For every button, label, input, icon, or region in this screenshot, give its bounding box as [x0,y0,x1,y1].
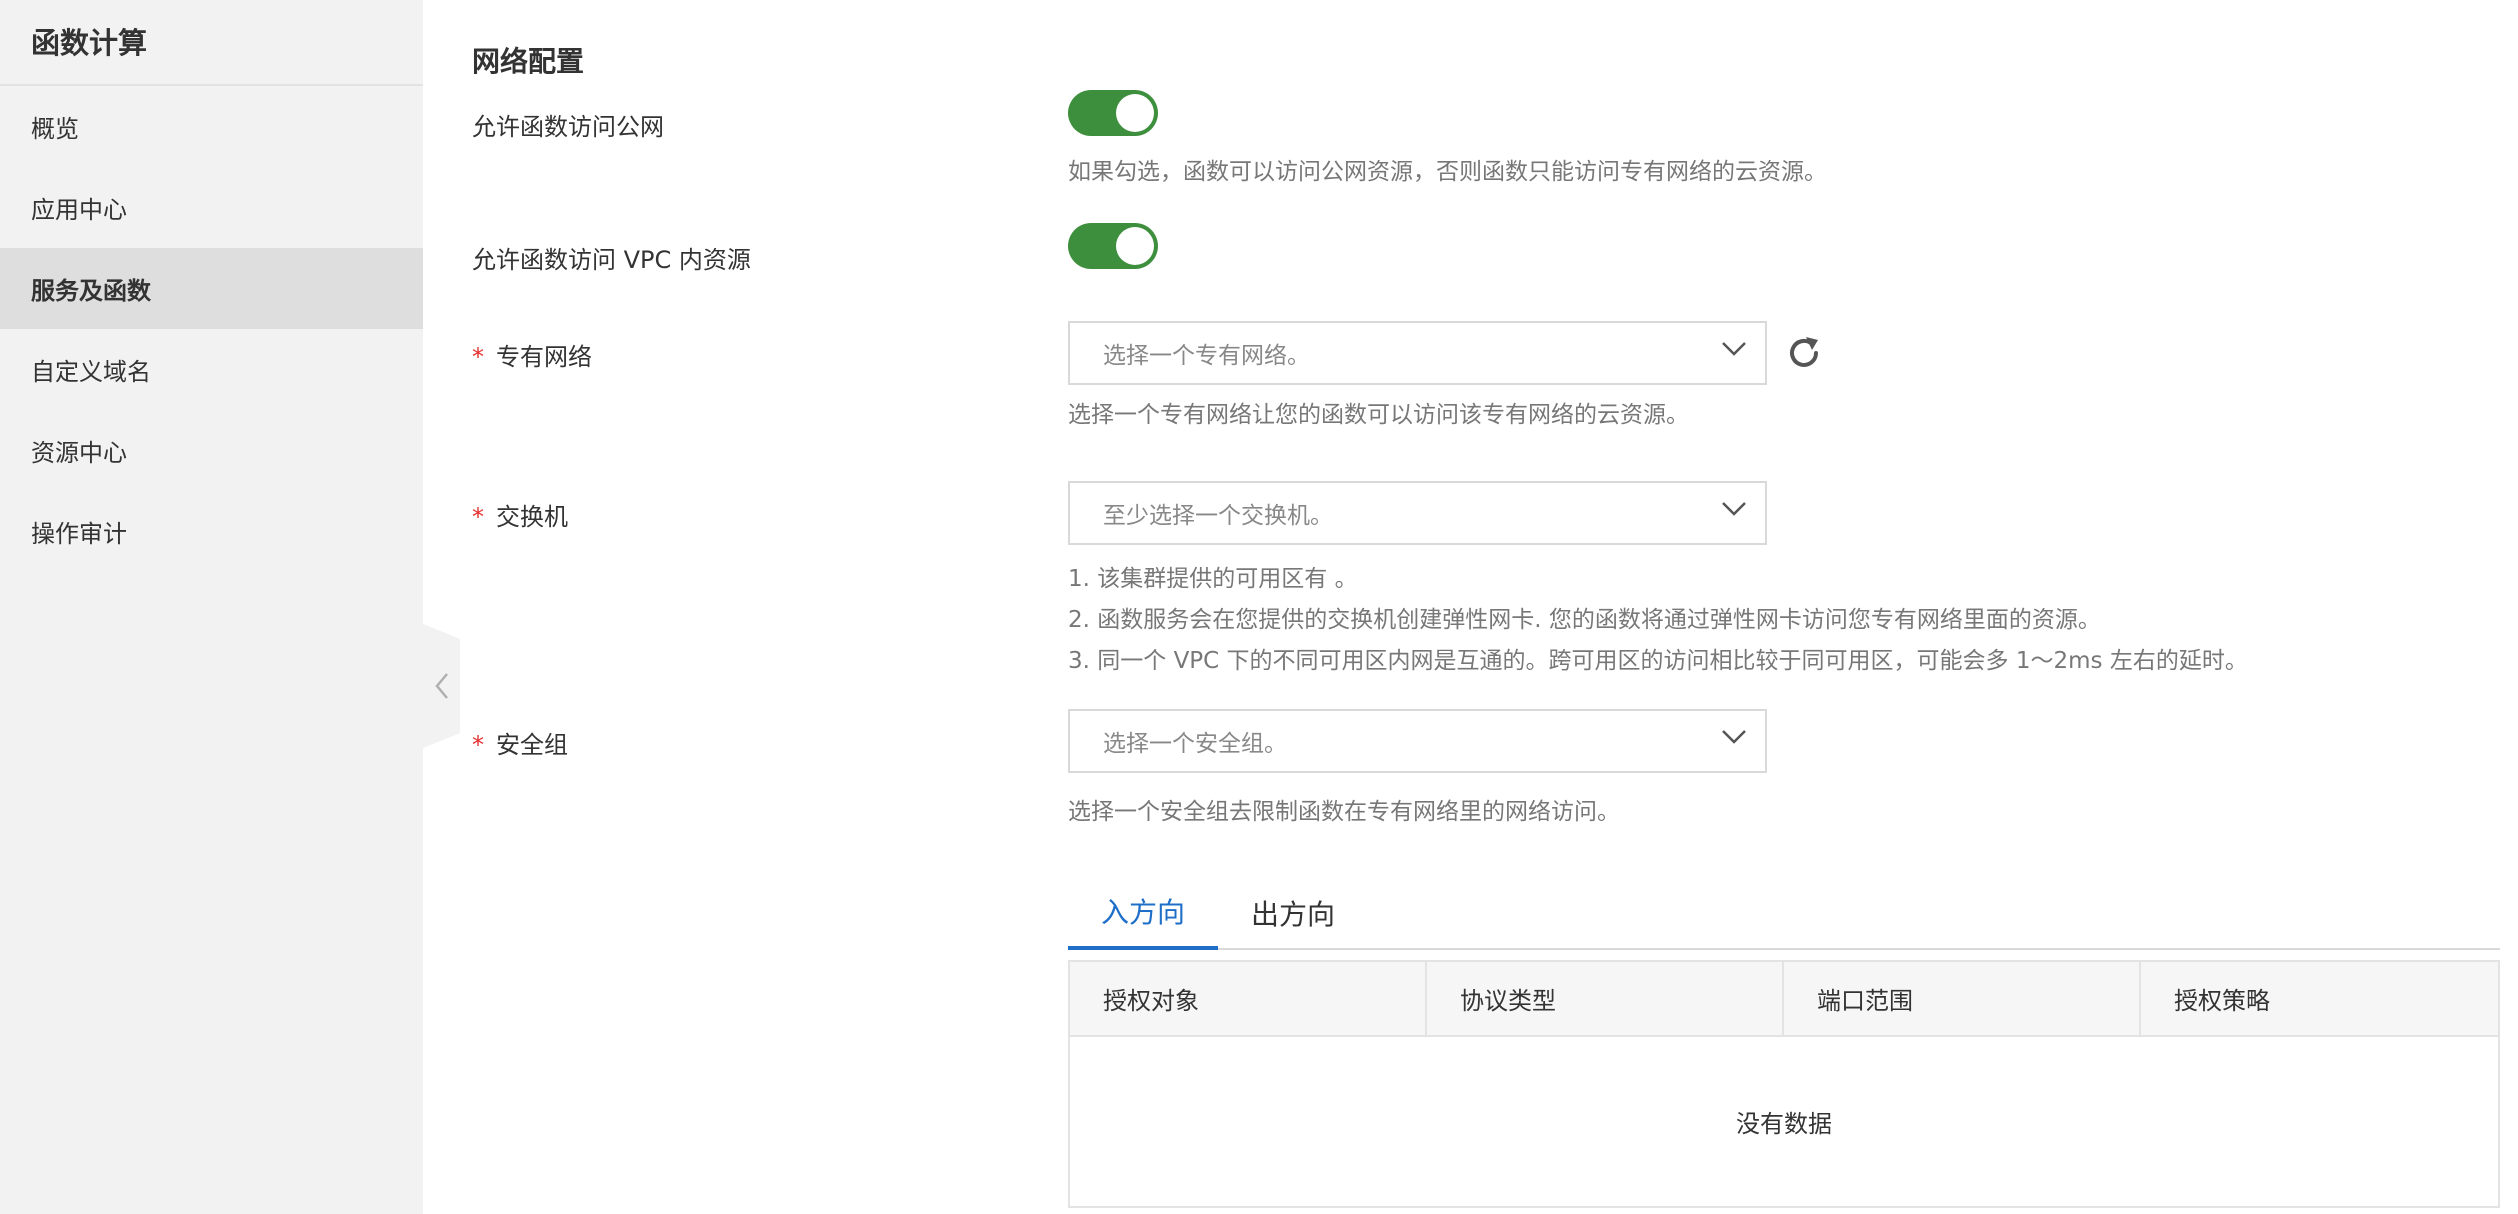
sidebar: 函数计算 概览 应用中心 服务及函数 自定义域名 资源中心 操作审计 [0,0,423,1214]
sidebar-item-app-center[interactable]: 应用中心 [0,167,423,248]
sidebar-item-label: 服务及函数 [31,277,151,305]
vpc-label-text: 专有网络 [496,343,592,371]
sidebar-item-overview[interactable]: 概览 [0,86,423,167]
section-title: 网络配置 [472,45,585,78]
sidebar-item-label: 自定义域名 [31,358,151,386]
chevron-down-icon [1722,730,1746,744]
direction-tabs: 入方向 出方向 [1068,875,2500,950]
sidebar-item-resource-center[interactable]: 资源中心 [0,410,423,491]
tab-inbound[interactable]: 入方向 [1068,875,1218,950]
rules-table: 授权对象 协议类型 端口范围 授权策略 没有数据 [1068,960,2500,1208]
public-access-help: 如果勾选，函数可以访问公网资源，否则函数只能访问专有网络的云资源。 [1068,159,1827,185]
column-header: 授权策略 [2174,987,2270,1015]
column-header: 授权对象 [1070,962,1427,1035]
sidebar-item-label: 操作审计 [31,520,127,548]
chevron-down-icon [1722,502,1746,516]
security-group-select-placeholder: 选择一个安全组。 [1103,731,1287,757]
sidebar-title: 函数计算 [0,0,423,86]
vswitch-select[interactable]: 至少选择一个交换机。 [1068,481,1767,545]
vpc-select-placeholder: 选择一个专有网络。 [1103,343,1310,369]
security-group-select[interactable]: 选择一个安全组。 [1068,709,1767,773]
vpc-select[interactable]: 选择一个专有网络。 [1068,321,1767,385]
tab-outbound[interactable]: 出方向 [1218,875,1368,950]
sidebar-item-label: 资源中心 [31,439,127,467]
vpc-help: 选择一个专有网络让您的函数可以访问该专有网络的云资源。 [1068,402,1689,428]
required-mark: * [472,503,484,531]
required-mark: * [472,343,484,371]
sidebar-item-audit[interactable]: 操作审计 [0,491,423,572]
vswitch-help-line: 2. 函数服务会在您提供的交换机创建弹性网卡. 您的函数将通过弹性网卡访问您专有… [1068,607,2101,633]
vswitch-select-placeholder: 至少选择一个交换机。 [1103,503,1333,529]
vswitch-label-text: 交换机 [496,503,568,531]
vswitch-label: * 交换机 [472,497,568,532]
table-header: 授权对象 协议类型 端口范围 授权策略 [1070,962,2498,1037]
chevron-down-icon [1722,342,1746,356]
vpc-label: * 专有网络 [472,337,592,372]
refresh-icon[interactable] [1784,333,1824,373]
vswitch-help-line: 3. 同一个 VPC 下的不同可用区内网是互通的。跨可用区的访问相比较于同可用区… [1068,648,2248,674]
sidebar-item-label: 应用中心 [31,196,127,224]
sidebar-item-label: 概览 [31,115,79,143]
security-group-label: * 安全组 [472,725,568,760]
sidebar-item-services-functions[interactable]: 服务及函数 [0,248,423,329]
security-group-help: 选择一个安全组去限制函数在专有网络里的网络访问。 [1068,799,1620,825]
security-group-label-text: 安全组 [496,731,568,759]
public-access-label: 允许函数访问公网 [472,113,664,141]
sidebar-item-custom-domain[interactable]: 自定义域名 [0,329,423,410]
main-content: 网络配置 允许函数访问公网 如果勾选，函数可以访问公网资源，否则函数只能访问专有… [423,0,2518,1214]
vswitch-help: 1. 该集群提供的可用区有 。 2. 函数服务会在您提供的交换机创建弹性网卡. … [1068,559,2248,682]
column-header: 端口范围 [1784,962,2141,1035]
vpc-access-toggle[interactable] [1068,223,1158,269]
table-empty-state: 没有数据 [1736,1110,1832,1138]
vpc-access-label: 允许函数访问 VPC 内资源 [472,246,751,274]
column-header: 协议类型 [1427,962,1784,1035]
public-access-toggle[interactable] [1068,90,1158,136]
vswitch-help-line: 1. 该集群提供的可用区有 。 [1068,566,1358,592]
required-mark: * [472,731,484,759]
